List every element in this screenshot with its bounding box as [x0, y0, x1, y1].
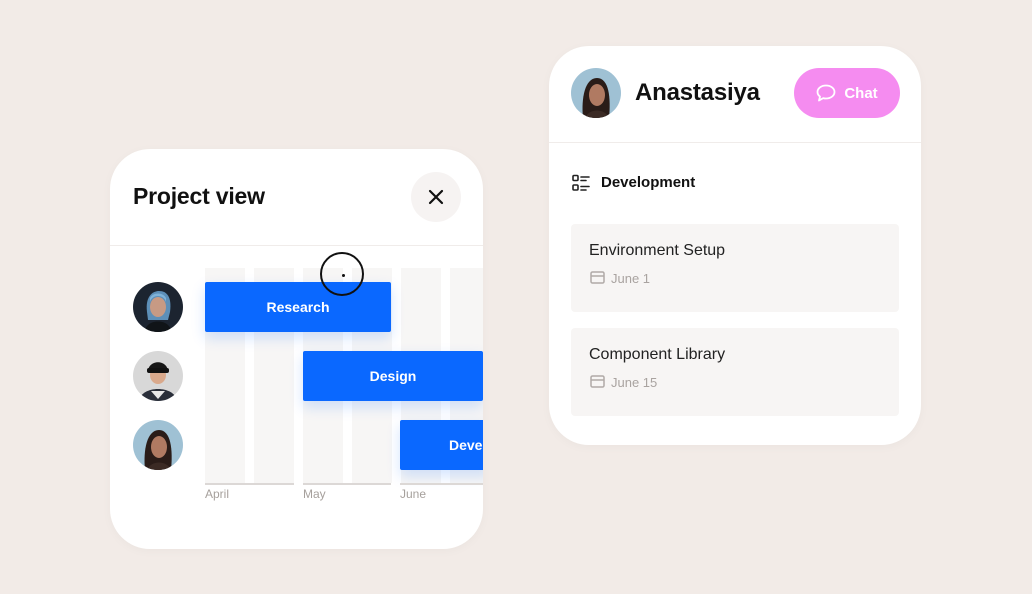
month-label: May	[303, 487, 326, 501]
calendar-icon	[590, 375, 605, 388]
month-label: June	[400, 487, 427, 501]
avatar[interactable]	[133, 351, 183, 401]
close-icon	[428, 189, 444, 205]
gantt-bar-research[interactable]: Research	[205, 282, 391, 332]
avatar[interactable]	[133, 282, 183, 332]
task-date: June 15	[611, 375, 658, 390]
project-view-header: Project view	[110, 149, 483, 246]
task-title: Environment Setup	[589, 242, 726, 259]
section-title: Development	[601, 174, 696, 191]
profile-card: Anastasiya Chat Development Environment …	[549, 46, 921, 445]
profile-header: Anastasiya Chat	[549, 46, 921, 143]
chat-button[interactable]: Chat	[794, 68, 900, 118]
avatar[interactable]	[133, 420, 183, 470]
project-view-card: Project view Research Design Deve April …	[110, 149, 483, 549]
axis-line	[400, 483, 483, 485]
avatar[interactable]	[571, 68, 621, 118]
chat-bubble-icon	[816, 84, 836, 102]
task-item[interactable]: Environment Setup June 1	[571, 224, 899, 312]
gantt-bar-design[interactable]: Design	[303, 351, 483, 401]
close-button[interactable]	[411, 172, 461, 222]
gantt-bar-development[interactable]: Deve	[400, 420, 483, 470]
axis-line	[303, 483, 391, 485]
month-label: April	[205, 487, 230, 501]
project-view-title: Project view	[133, 183, 265, 209]
profile-name: Anastasiya	[635, 79, 760, 106]
list-icon	[572, 174, 590, 191]
task-date: June 1	[611, 271, 651, 286]
cursor-ring	[320, 252, 364, 296]
task-item[interactable]: Component Library June 15	[571, 328, 899, 416]
chat-button-label: Chat	[844, 84, 878, 102]
axis-line	[205, 483, 294, 485]
cursor-dot	[342, 274, 345, 277]
calendar-icon	[590, 271, 605, 284]
task-title: Component Library	[589, 346, 726, 363]
